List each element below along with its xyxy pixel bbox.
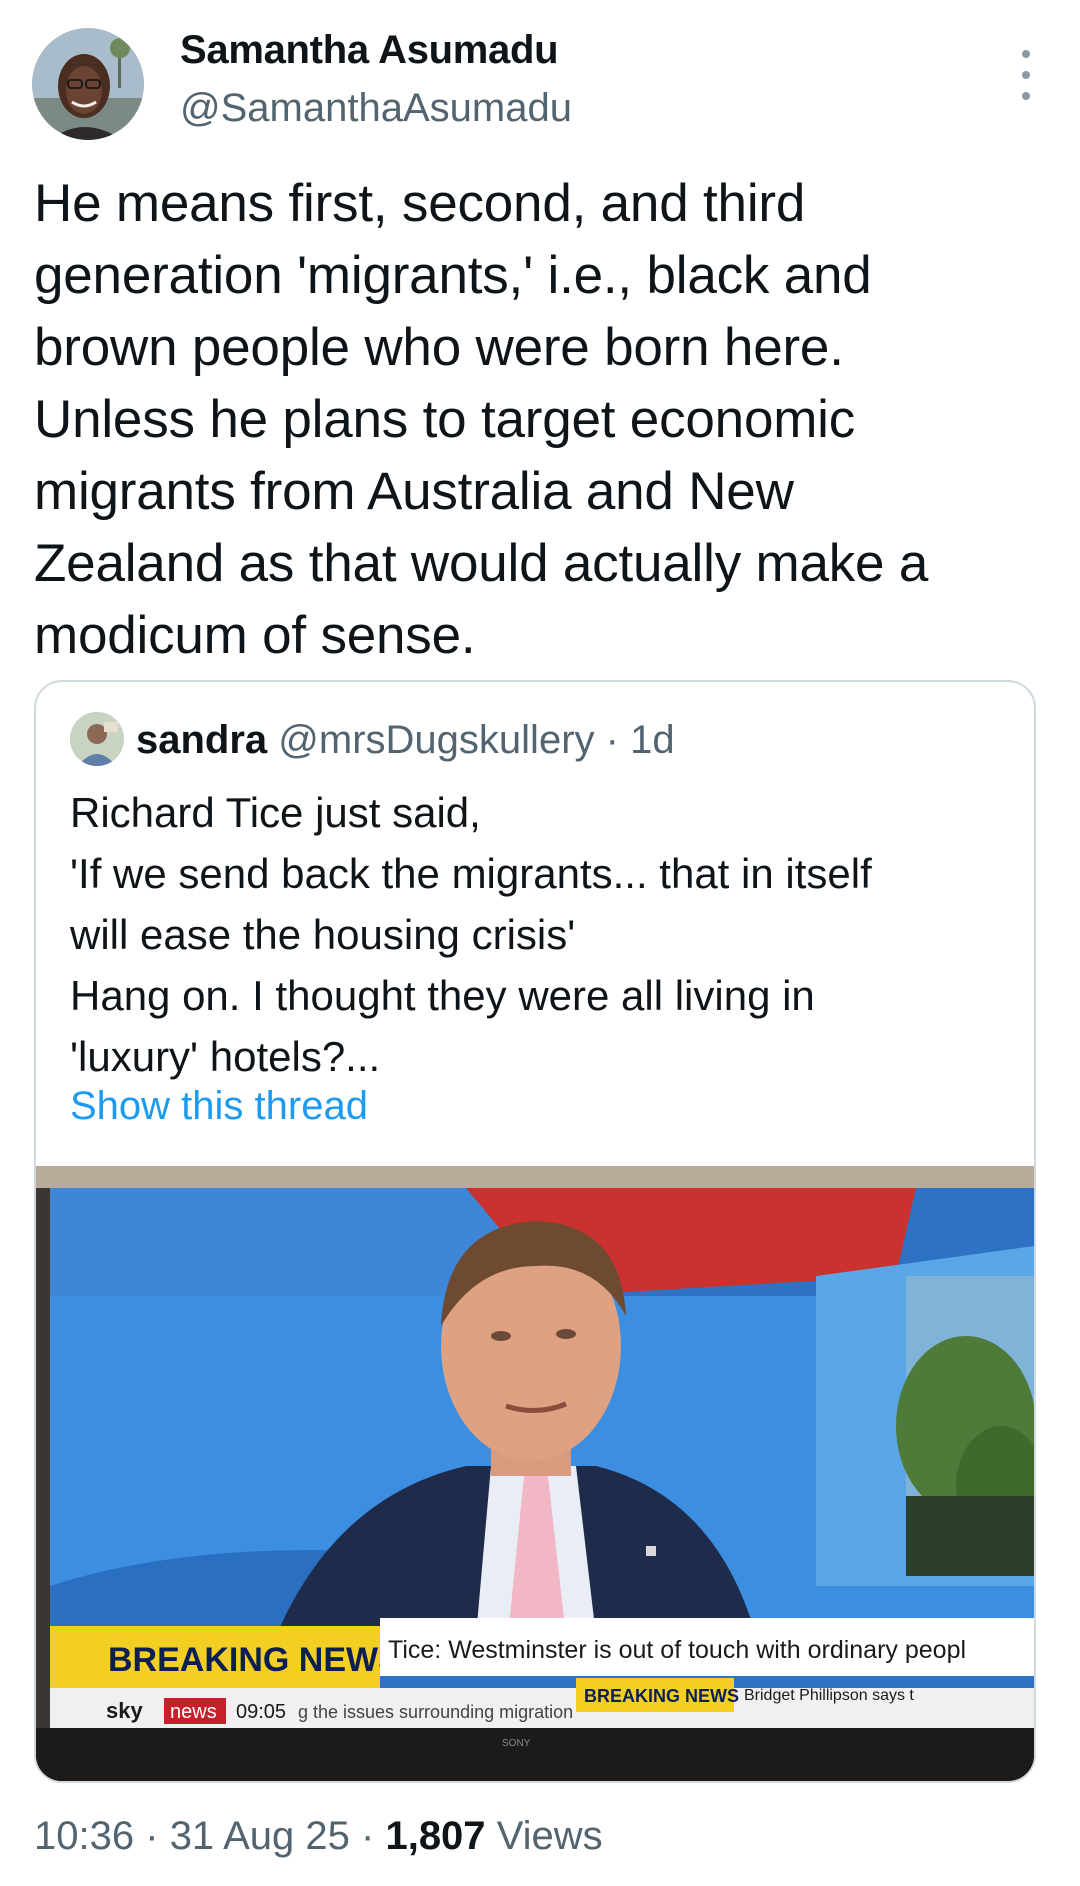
channel-sky-label: sky [106,1698,143,1723]
more-options-icon[interactable] [1014,50,1038,100]
tv-brand-label: SONY [502,1738,531,1749]
meta-separator: · [145,1814,159,1858]
author-handle[interactable]: @SamanthaAsumadu [180,86,572,131]
views-count: 1,807 [385,1814,486,1858]
quoted-header: sandra @mrsDugskullery · 1d [136,718,675,763]
show-thread-link[interactable]: Show this thread [70,1084,368,1129]
quoted-profile-photo-icon [70,712,124,766]
author-name[interactable]: Samantha Asumadu [180,28,559,73]
quoted-author-name[interactable]: sandra [136,718,267,762]
broadcast-clock: 09:05 [236,1701,286,1723]
profile-photo-icon [32,28,144,140]
breaking-news-label: BREAKING NEWS [108,1641,401,1679]
next-news-item: Bridget Phillipson says t [744,1687,914,1704]
quoted-author-handle[interactable]: @mrsDugskullery [278,718,594,762]
meta-separator: · [361,1814,375,1858]
views-label: Views [496,1814,603,1858]
channel-news-label: news [170,1701,217,1723]
news-headline: Tice: Westminster is out of touch with o… [388,1636,966,1664]
quoted-author-avatar[interactable] [70,712,124,766]
tweet-time[interactable]: 10:36 [34,1814,134,1858]
quoted-separator: · [605,718,619,762]
quoted-timestamp[interactable]: 1d [630,718,675,762]
tweet-date[interactable]: 31 Aug 25 [170,1814,350,1858]
breaking-news-badge: BREAKING NEWS [584,1686,739,1706]
tweet-text: He means first, second, and third genera… [34,174,929,665]
quoted-tweet-text: Richard Tice just said, 'If we send back… [70,789,872,1080]
tweet-meta: 10:36 · 31 Aug 25 · 1,807 Views [34,1814,603,1859]
author-avatar[interactable] [32,28,144,140]
quoted-media-image[interactable]: BREAKING NEWS Tice: Westminster is out o… [36,1166,1034,1781]
tv-news-photo: BREAKING NEWS Tice: Westminster is out o… [36,1166,1034,1781]
quoted-tweet-card[interactable]: sandra @mrsDugskullery · 1d Richard Tice… [34,680,1036,1783]
news-crawl-text: g the issues surrounding migration [298,1702,573,1722]
